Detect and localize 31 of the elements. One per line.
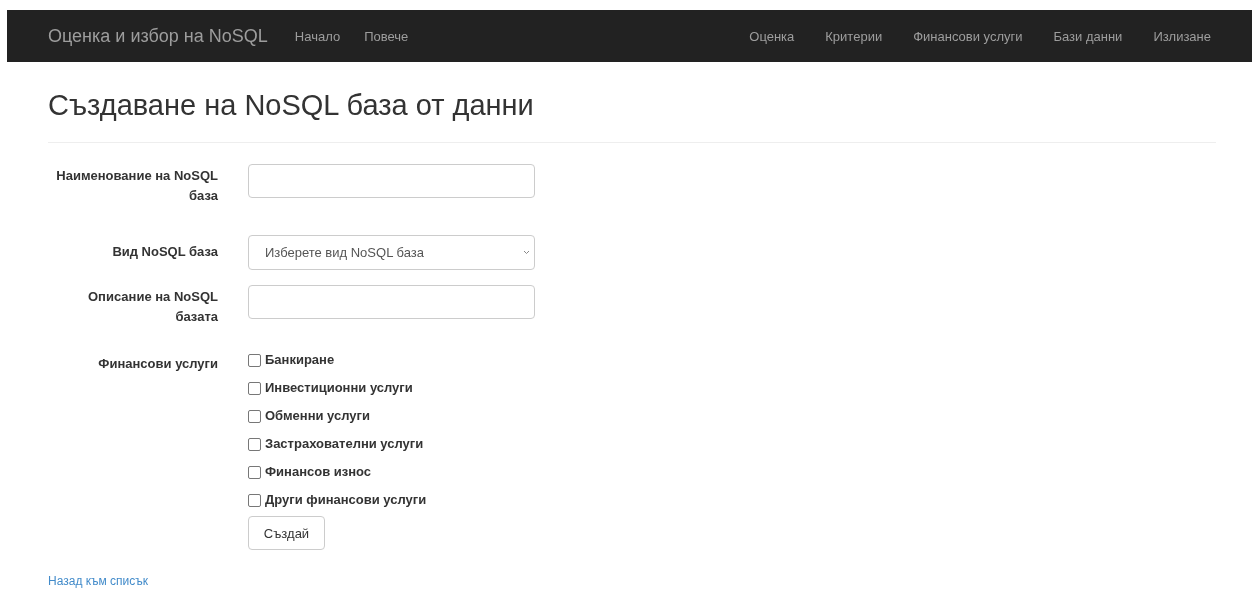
text-field[interactable] xyxy=(248,285,535,319)
checkbox[interactable] xyxy=(248,493,261,507)
service-option[interactable]: Застрахователни услуги xyxy=(248,434,427,454)
nav-link[interactable]: Критерии xyxy=(825,28,883,44)
chevron-down-icon xyxy=(523,250,530,255)
field-label: Наименование на NoSQL база xyxy=(55,167,218,205)
nav-link[interactable]: Бази данни xyxy=(1053,28,1123,44)
nav-link[interactable]: Финансови услуги xyxy=(913,28,1023,44)
nav-link[interactable]: Начало xyxy=(294,28,341,44)
field-label: Вид NoSQL база xyxy=(111,243,218,261)
field-label: Описание на NoSQL базата xyxy=(87,288,218,326)
service-option[interactable]: Други финансови услуги xyxy=(248,490,427,510)
checkbox[interactable] xyxy=(248,465,261,479)
type-select[interactable]: Изберете вид NoSQL база xyxy=(248,235,535,270)
nav-link[interactable]: Излизане xyxy=(1153,28,1211,44)
service-option[interactable]: Инвестиционни услуги xyxy=(248,378,427,398)
brand-link[interactable]: Оценка и избор на NoSQL xyxy=(48,25,268,47)
create-button[interactable]: Създай xyxy=(248,516,325,550)
checkbox[interactable] xyxy=(248,409,261,423)
field-label: Финансови услуги xyxy=(97,355,218,373)
back-link[interactable]: Назад към списък xyxy=(48,574,148,588)
service-option[interactable]: Обменни услуги xyxy=(248,406,427,426)
nav-link[interactable]: Повече xyxy=(364,28,409,44)
nav-link[interactable]: Оценка xyxy=(749,28,795,44)
checkbox[interactable] xyxy=(248,437,261,451)
text-field[interactable] xyxy=(248,164,535,198)
service-option[interactable]: Финансов износ xyxy=(248,462,427,482)
page-title: Създаване на NoSQL база от данни xyxy=(48,62,1216,143)
checkbox[interactable] xyxy=(248,381,261,395)
service-option[interactable]: Банкиране xyxy=(248,350,427,370)
checkbox[interactable] xyxy=(248,353,261,367)
